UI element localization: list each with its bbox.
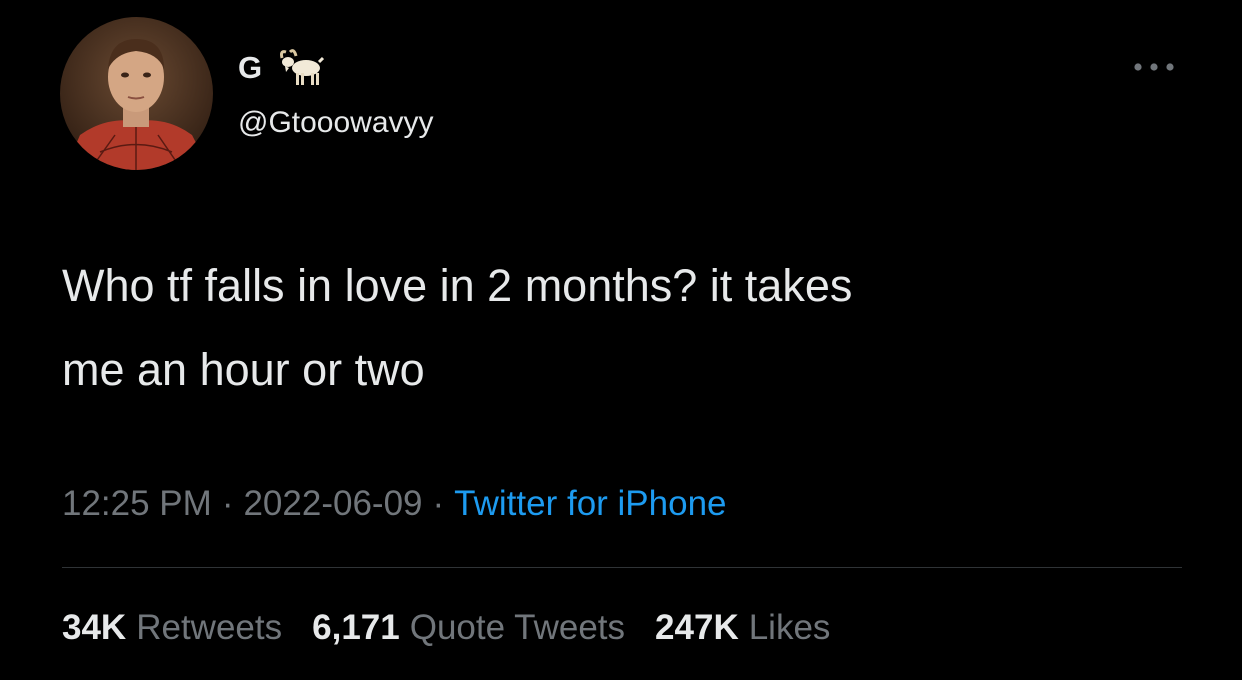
retweets-label: Retweets xyxy=(136,608,283,647)
retweets-count: 34K xyxy=(62,608,127,647)
divider xyxy=(62,567,1182,568)
likes-label: Likes xyxy=(748,608,831,647)
goat-emoji-icon xyxy=(280,49,325,85)
avatar-photo-icon xyxy=(60,17,213,170)
quote-tweets-count: 6,171 xyxy=(312,608,400,647)
meta-separator: · xyxy=(221,484,234,523)
tweet-detail: G @Gtooowavyy Who tf falls in love in 2 … xyxy=(0,0,1242,680)
tweet-text: Who tf falls in love in 2 months? it tak… xyxy=(62,260,853,395)
tweet-metadata: 12:25 PM · 2022-06-09 · Twitter for iPhone xyxy=(62,482,727,526)
retweets-stat[interactable]: 34K Retweets xyxy=(62,606,282,650)
tweet-date[interactable]: 2022-06-09 xyxy=(243,484,422,523)
more-options-button[interactable] xyxy=(1128,52,1180,82)
author-name-row[interactable]: G xyxy=(238,48,325,88)
likes-stat[interactable]: 247K Likes xyxy=(655,606,830,650)
more-dots-icon xyxy=(1134,63,1174,71)
likes-count: 247K xyxy=(655,608,739,647)
author-display-name: G xyxy=(238,50,263,85)
quote-tweets-stat[interactable]: 6,171 Quote Tweets xyxy=(312,606,625,650)
author-handle[interactable]: @Gtooowavyy xyxy=(238,103,434,143)
author-avatar[interactable] xyxy=(60,17,213,170)
tweet-time[interactable]: 12:25 PM xyxy=(62,484,212,523)
tweet-source-link[interactable]: Twitter for iPhone xyxy=(454,484,726,523)
quote-tweets-label: Quote Tweets xyxy=(409,608,626,647)
engagement-stats: 34K Retweets 6,171 Quote Tweets 247K Likes xyxy=(62,606,860,650)
meta-separator: · xyxy=(432,484,445,523)
